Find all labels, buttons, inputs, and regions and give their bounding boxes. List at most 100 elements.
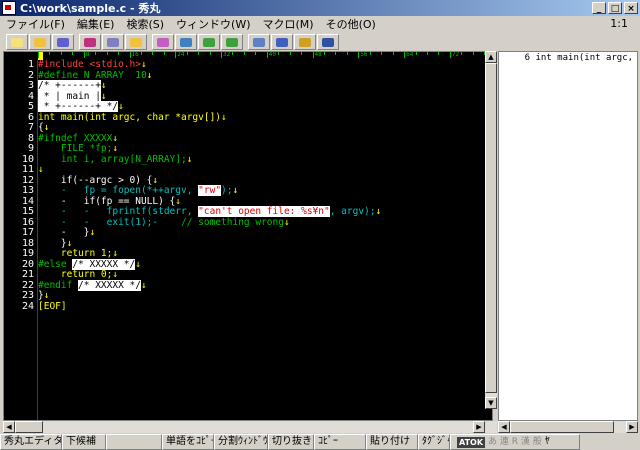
paste-button[interactable] [125,34,147,50]
hidemaru-app-icon[interactable] [2,1,16,15]
menu-search[interactable]: 検索(S) [120,16,170,32]
line-number[interactable]: 19 [4,248,34,260]
code-line[interactable]: [EOF] [38,301,67,313]
new-file-button[interactable] [6,34,28,50]
fkey-next-candidate[interactable]: 下候補 [62,434,106,450]
code-area[interactable]: #include <stdio.h>↓ #define N_ARRAY 10↓/*… [38,59,492,420]
code-line[interactable]: /* +------+↓ [38,80,107,92]
ime-palette[interactable]: ATOK あ 連 R 漢 般 ﾔ [450,434,580,450]
line-number[interactable]: 9 [4,143,34,155]
outline-item[interactable]: 6 int main(int argc, char [503,53,637,63]
find-button[interactable] [175,34,197,50]
code-token: - } [38,227,90,238]
fkey-help[interactable]: 秀丸エディタヘルプ [0,434,62,450]
ruler-tick [140,52,142,55]
code-token: * | main | [38,90,101,102]
ime-extra[interactable]: ﾔ [545,435,550,449]
jump-button[interactable] [248,34,270,50]
ruler-tick [358,52,360,58]
return-mark-icon: ↓ [140,279,147,291]
code-token: #else [38,258,73,270]
outline-pane[interactable]: 6 int main(int argc, char [498,51,638,421]
ruler-tick [312,52,314,58]
ruler-tick [335,52,337,55]
code-line[interactable]: int i, array[N_ARRAY];↓ [38,153,193,166]
line-number[interactable]: 1 [4,59,34,71]
scroll-left-arrow-icon[interactable]: ◀ [3,421,15,433]
code-token: // something wrong [181,216,284,228]
outline-scroll-right-arrow-icon[interactable]: ▶ [626,421,638,433]
ruler-tick [49,52,51,55]
line-number[interactable]: 7 [4,122,34,134]
ruler-tick [72,52,74,55]
fkey-copy-word[interactable]: 単語をｺﾋﾟｰ [162,434,214,450]
title-bar: C:\work\sample.c - 秀丸 _ □ × [0,0,640,16]
menu-macro[interactable]: マクロ(M) [257,16,320,32]
line-number[interactable]: 13 [4,185,34,197]
line-number[interactable]: 21 [4,269,34,281]
code-token: - if(fp == NULL) { [38,195,176,207]
code-line[interactable]: #endif /* XXXXX */↓ [38,279,147,292]
scroll-right-arrow-icon[interactable]: ▶ [473,421,485,433]
save-as-button[interactable] [52,34,74,50]
fkey-paste[interactable]: 貼り付け [366,434,418,450]
outline-scroll-thumb[interactable] [510,421,614,433]
cut-button[interactable] [102,34,124,50]
menu-other[interactable]: その他(O) [320,16,382,32]
scroll-down-arrow-icon[interactable]: ▼ [485,397,497,409]
cursor-position: 1:1 [610,17,628,30]
minimize-button[interactable]: _ [592,2,606,14]
ime-modes[interactable]: あ 連 R 漢 般 [488,435,542,449]
find-down-button[interactable] [198,34,220,50]
outline-horizontal-scrollbar[interactable]: ◀ ▶ [498,421,638,433]
ruler-tick [38,52,39,58]
split-button[interactable] [271,34,293,50]
toolbar [0,33,640,51]
find-up-button[interactable] [221,34,243,50]
scroll-hthumb[interactable] [15,421,43,433]
scroll-thumb[interactable] [485,63,497,393]
line-number[interactable]: 11 [4,164,34,176]
line-number[interactable]: 23 [4,290,34,302]
line-number[interactable]: 24 [4,301,34,312]
open-folder-button[interactable] [29,34,51,50]
line-number[interactable]: 15 [4,206,34,218]
fkey-empty[interactable] [106,434,162,450]
menu-edit[interactable]: 編集(E) [71,16,121,32]
fkey-switch-split-window[interactable]: 分割ｳｨﾝﾄﾞｳを切り替え [214,434,268,450]
code-token: #include <stdio.h> [38,59,141,70]
fkey-cut[interactable]: 切り抜き [268,434,314,450]
undo-button[interactable] [79,34,101,50]
menu-window[interactable]: ウィンドウ(W) [170,16,256,32]
undo-icon [84,37,96,47]
code-token: int i, array[N_ARRAY]; [38,153,187,165]
ruler-label: 8 [85,52,90,58]
menu-file[interactable]: ファイル(F) [0,16,71,32]
code-token: FILE *fp; [38,143,113,154]
editor-horizontal-scrollbar[interactable]: ◀ ▶ [3,421,497,433]
code-line[interactable]: int main(int argc, char *argv[])↓ [38,112,227,124]
window-title: C:\work\sample.c - 秀丸 [20,2,161,15]
macro-button[interactable] [317,34,339,50]
line-number[interactable]: 5 [4,101,34,113]
fkey-tag-jump[interactable]: ﾀｸﾞｼﾞｬﾝﾌﾟ [418,434,450,450]
ruler-tick [346,52,348,55]
copy-button[interactable] [152,34,174,50]
ruler-tick [175,52,177,58]
scroll-up-arrow-icon[interactable]: ▲ [485,51,497,63]
maximize-button[interactable]: □ [608,2,622,14]
return-mark-icon: ↓ [135,258,141,270]
check-button[interactable] [294,34,316,50]
line-number[interactable]: 17 [4,227,34,239]
fkey-copy[interactable]: ｺﾋﾟｰ [314,434,366,450]
ruler-tick [369,52,371,55]
outline-scroll-left-arrow-icon[interactable]: ◀ [498,421,510,433]
ruler-tick [186,52,188,55]
editor-vertical-scrollbar[interactable]: ▲ ▼ [485,51,497,409]
code-token: , argv); [329,206,376,217]
close-button[interactable]: × [624,2,638,14]
editor-pane[interactable]: 81624324048566472808896 1234567891011121… [3,51,493,421]
code-token: "can't open file: %s¥n" [198,206,330,217]
ruler-label: 40 [268,52,277,58]
line-number[interactable]: 3 [4,80,34,92]
